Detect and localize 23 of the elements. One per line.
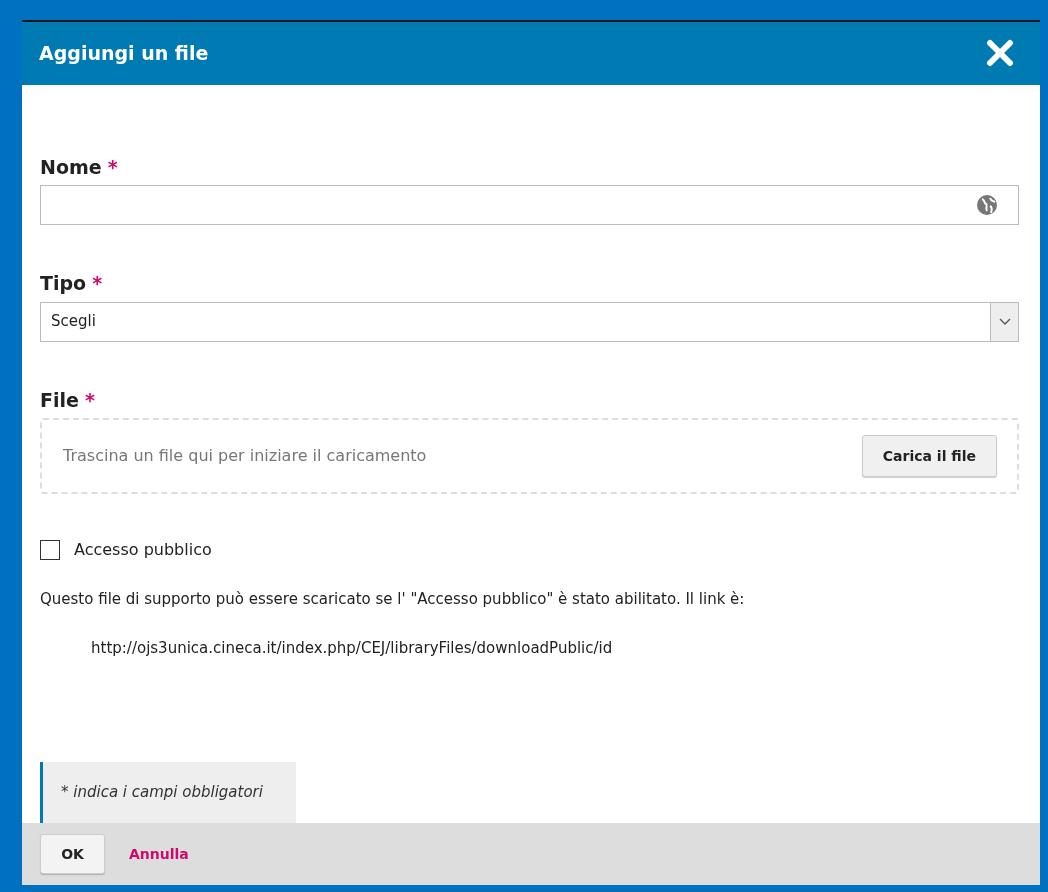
field-label: File: [40, 387, 79, 413]
required-mark: *: [84, 387, 95, 413]
close-icon: [986, 39, 1014, 68]
public-link-text: http://ojs3unica.cineca.it/index.php/CEJ/libraryFiles/downloadPublic/id: [90, 637, 614, 659]
name-input[interactable]: [40, 185, 1019, 226]
field-label: Nome: [40, 154, 102, 180]
checkbox[interactable]: [40, 540, 60, 561]
chevron-down-icon: [998, 317, 1011, 326]
cancel-link[interactable]: Annulla: [129, 843, 189, 865]
upload-button[interactable]: Carica il file: [861, 435, 997, 478]
ok-button[interactable]: OK: [40, 834, 105, 875]
required-note: * indica i campi obbligatori: [40, 762, 296, 824]
field-label: Tipo: [40, 271, 87, 297]
file-dropzone[interactable]: Trascina un file qui per iniziare il caricamento Carica il file: [40, 418, 1019, 495]
type-select[interactable]: Scegli: [40, 301, 1019, 342]
required-mark: *: [107, 154, 118, 180]
globe-icon: [976, 194, 998, 217]
description-text: Questo file di supporto può essere scaricato se l' "Accesso pubblico" è stato abilitato. Il link è:: [40, 589, 746, 611]
required-mark: *: [92, 271, 103, 297]
checkbox-label: Accesso pubblico: [74, 539, 212, 562]
close-button[interactable]: [985, 38, 1015, 69]
dialog-title: Aggiungi un file: [39, 41, 209, 67]
dropzone-hint: Trascina un file qui per iniziare il caricamento: [63, 445, 427, 468]
